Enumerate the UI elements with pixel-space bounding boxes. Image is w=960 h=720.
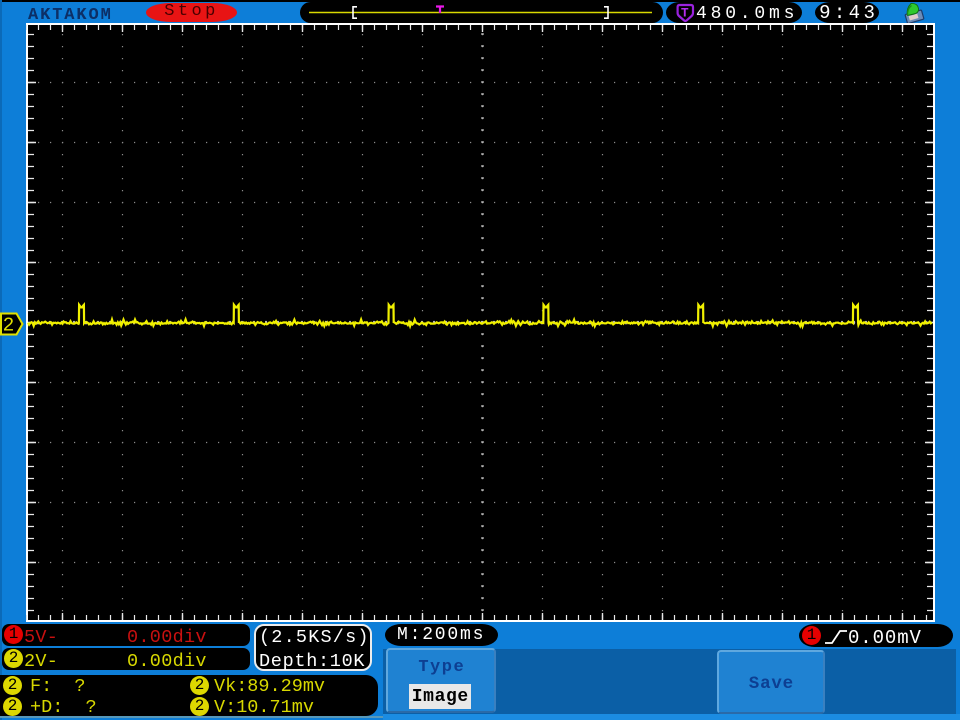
svg-text:2: 2	[3, 315, 15, 337]
